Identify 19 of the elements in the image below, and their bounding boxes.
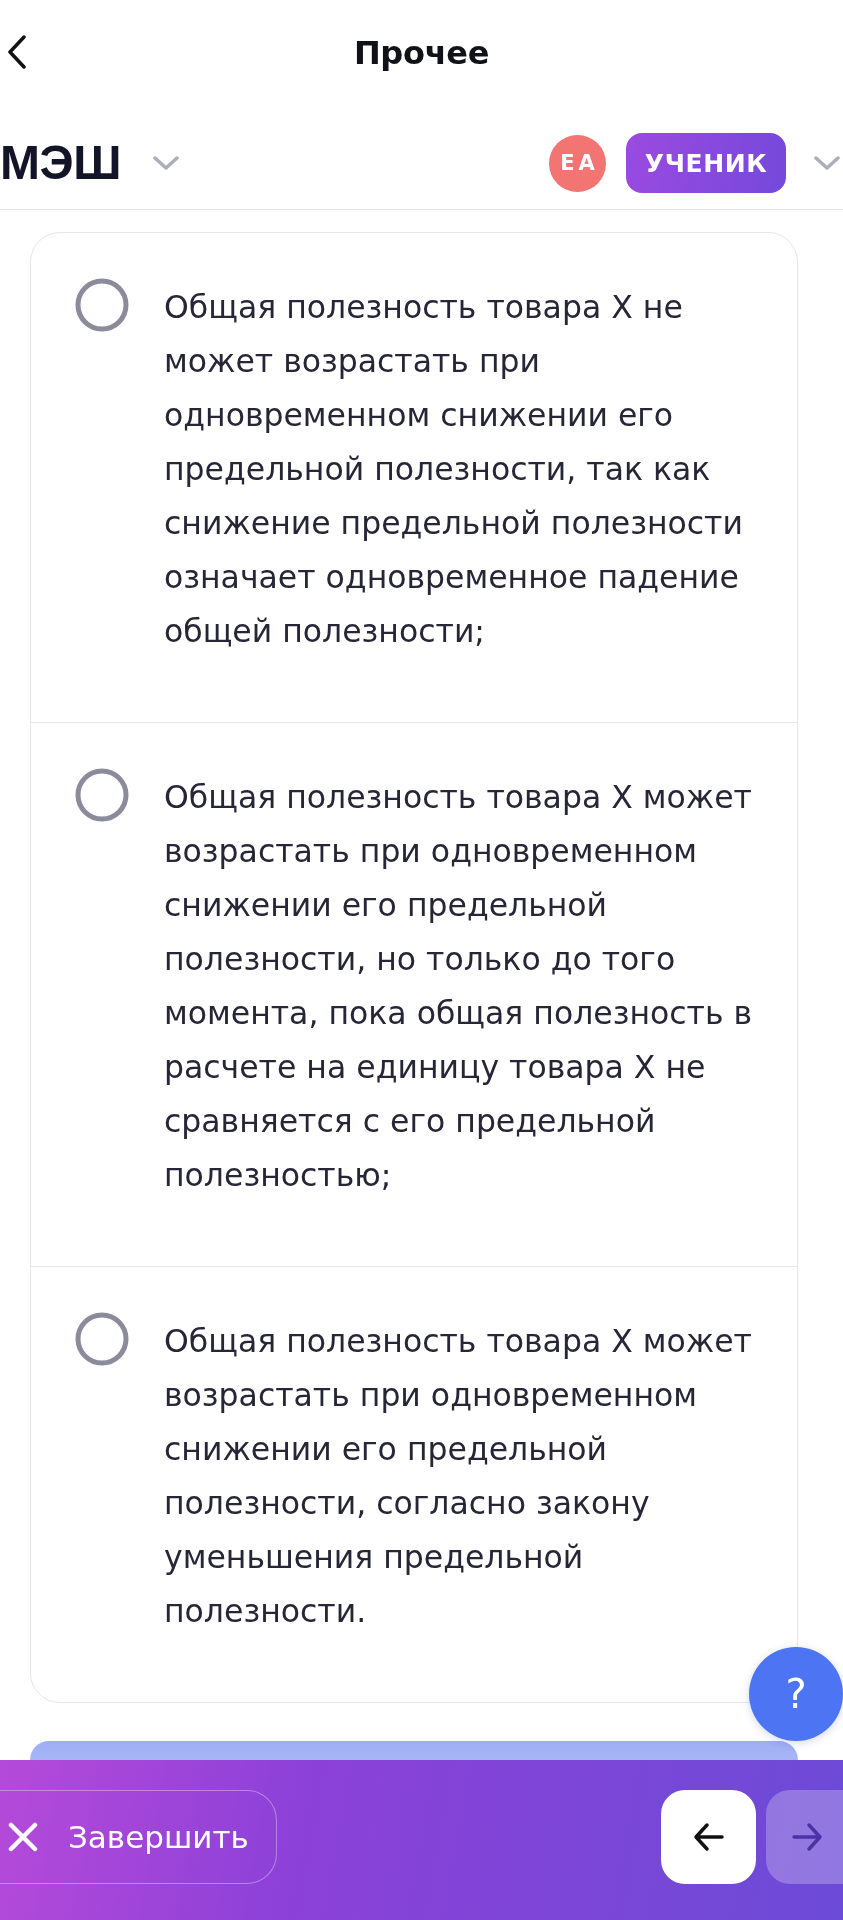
option-text: Общая полезность товара Х может возрастать при одновременном снижении его предельной полезности, согласно закону уменьшения предельной полезности.: [164, 1322, 753, 1631]
help-button[interactable]: ?: [749, 1647, 843, 1741]
radio-button[interactable]: [75, 1312, 129, 1366]
finish-button[interactable]: Завершить: [0, 1790, 277, 1884]
option-text: Общая полезность товара Х может возрастать при одновременном снижении его предельной полезности, но только до того момента, пока общая полезность в расчете на единицу товара Х не сравняется с его предельной полезностью;: [164, 778, 754, 1195]
page-title: Прочее: [353, 33, 490, 72]
close-icon: [8, 1822, 38, 1852]
chevron-left-icon: [7, 34, 27, 69]
chevron-down-icon[interactable]: [814, 155, 840, 171]
option-text: Общая полезность товара Х не может возрастать при одновременном снижении его предельной полезности, так как снижение предельной полезности означает одновременное падение общей полезности;: [164, 288, 744, 651]
radio-button[interactable]: [75, 768, 129, 822]
logo[interactable]: МЭШ: [0, 139, 121, 187]
previous-button[interactable]: [661, 1790, 756, 1884]
role-selector[interactable]: УЧЕНИК: [626, 133, 786, 193]
chevron-down-icon[interactable]: [152, 155, 179, 171]
radio-button[interactable]: [75, 278, 129, 332]
arrow-right-icon: [790, 1820, 824, 1854]
arrow-left-icon: [691, 1820, 726, 1854]
user-avatar[interactable]: ЕА: [549, 134, 606, 192]
